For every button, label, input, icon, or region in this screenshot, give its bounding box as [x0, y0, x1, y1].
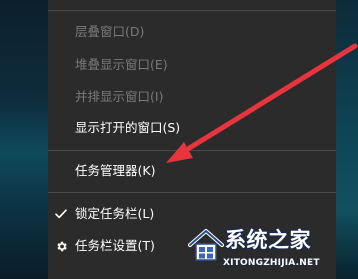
menu-item-label: 锁定任务栏(L) [75, 206, 155, 221]
menu-separator [48, 150, 336, 151]
menu-item-show-open-windows[interactable]: 显示打开的窗口(S) [48, 115, 336, 141]
menu-separator [48, 10, 336, 11]
menu-item-task-manager[interactable]: 任务管理器(K) [48, 158, 336, 184]
menu-separator [48, 192, 336, 193]
menu-item-side-by-side-windows[interactable]: 并排显示窗口(I) [48, 84, 336, 110]
menu-item-label: 显示打开的窗口(S) [75, 120, 181, 135]
watermark-title: 系统之家 [225, 228, 311, 252]
gear-icon [54, 233, 68, 259]
house-logo-icon [188, 229, 224, 261]
watermark: 系统之家 XITONGZHIJIA.NET [187, 222, 347, 276]
menu-item-stack-windows[interactable]: 堆叠显示窗口(E) [48, 52, 336, 78]
checkmark-icon [54, 201, 68, 227]
menu-item-label: 堆叠显示窗口(E) [75, 57, 168, 72]
menu-item-label: 层叠窗口(D) [75, 24, 145, 39]
menu-item-label: 任务管理器(K) [75, 163, 156, 178]
desktop-background [0, 0, 48, 279]
menu-item-label: 并排显示窗口(I) [75, 89, 164, 104]
menu-item-cascade-windows[interactable]: 层叠窗口(D) [48, 19, 336, 45]
watermark-url: XITONGZHIJIA.NET [223, 258, 320, 268]
menu-item-label: 任务栏设置(T) [75, 238, 155, 253]
